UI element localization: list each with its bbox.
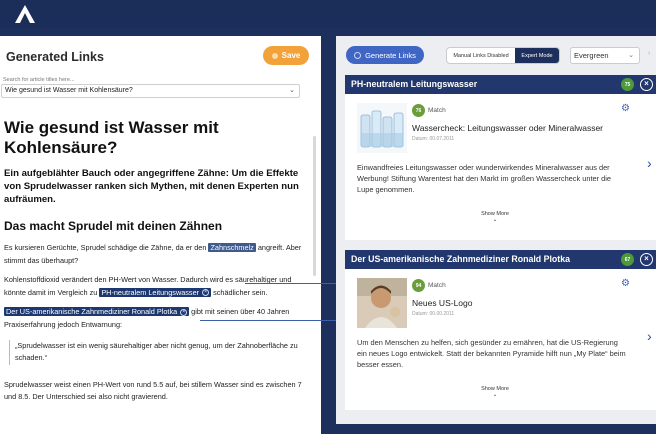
link-highlight-plotka[interactable]: Der US-amerikanische Zahnmediziner Ronal… <box>4 307 190 317</box>
chevron-right-icon[interactable]: › <box>647 155 652 171</box>
close-icon[interactable]: × <box>640 78 653 91</box>
mode-toggle[interactable]: Manual Links Disabled Expert Mode <box>446 47 560 64</box>
expert-mode-option[interactable]: Expert Mode <box>515 48 559 63</box>
highlight-label: Der US-amerikanische Zahnmediziner Ronal… <box>6 307 178 317</box>
article-thumbnail <box>357 103 407 153</box>
card-heading: Der US-amerikanische Zahnmediziner Ronal… <box>345 250 656 269</box>
article-thumbnail <box>357 278 407 328</box>
text-segment: schädlicher sein. <box>211 287 268 297</box>
link-highlight-zahnschmelz[interactable]: Zahnschmelz <box>208 243 256 252</box>
link-highlight-leitungswasser[interactable]: PH-neutralem Leitungswasser × <box>99 287 212 297</box>
card-heading-text: Der US-amerikanische Zahnmediziner Ronal… <box>351 254 571 264</box>
scrollbar[interactable] <box>313 136 316 276</box>
remove-link-icon[interactable]: × <box>180 308 188 316</box>
generate-links-label: Generate Links <box>365 50 416 60</box>
search-label: Search for article titles here... <box>3 77 75 83</box>
article-title: Wie gesund ist Wasser mit Kohlensäure? <box>4 118 219 157</box>
suggestion-card: PH-neutralem Leitungswasser 75 × 76 Matc… <box>345 75 656 240</box>
save-button-label: Save <box>281 51 301 60</box>
match-label: Match <box>428 107 446 114</box>
panel-title: Generated Links <box>6 50 104 64</box>
card-article-title[interactable]: Neues US-Logo <box>412 298 472 308</box>
article-search-value: Wie gesund ist Wasser mit Kohlensäure? <box>5 87 133 94</box>
evergreen-value: Evergreen <box>574 51 609 60</box>
refresh-icon <box>354 51 362 59</box>
article-body: Wie gesund ist Wasser mit Kohlensäure? E… <box>4 118 304 404</box>
connector-line <box>245 283 341 284</box>
card-article-title[interactable]: Wassercheck: Leitungswasser oder Mineral… <box>412 123 603 133</box>
show-more-button[interactable]: Show More ⌄ <box>475 386 515 398</box>
highlight-label: PH-neutralem Leitungswasser <box>101 287 200 297</box>
chevron-down-icon: ⌄ <box>492 217 498 223</box>
text-segment: Es kursieren Gerüchte, Sprudel schädige … <box>4 243 209 252</box>
save-icon <box>271 52 278 59</box>
article-paragraph-3: Der US-amerikanische Zahnmediziner Ronal… <box>4 306 304 331</box>
app-logo-icon[interactable] <box>13 4 37 24</box>
generate-links-button[interactable]: Generate Links <box>346 46 424 64</box>
connector-line <box>200 320 341 321</box>
show-more-button[interactable]: Show More ⌄ <box>475 211 515 223</box>
match-label: Match <box>428 282 446 289</box>
save-button[interactable]: Save <box>263 46 309 65</box>
article-paragraph-1: Es kursieren Gerüchte, Sprudel schädige … <box>4 242 304 267</box>
card-article-date: Datum: 00.00.2011 <box>412 311 455 317</box>
close-icon[interactable]: × <box>640 253 653 266</box>
generated-links-panel: Generated Links Save Search for article … <box>0 36 321 434</box>
bottom-edge <box>336 424 656 434</box>
top-bar <box>0 0 656 28</box>
match-score-badge: 94 <box>412 279 425 292</box>
chevron-down-icon: ⌄ <box>492 392 498 398</box>
match-score-badge: 76 <box>412 104 425 117</box>
chevron-down-icon[interactable]: ⌄ <box>289 86 295 94</box>
chevron-right-icon[interactable]: › <box>647 328 652 344</box>
card-heading-text: PH-neutralem Leitungswasser <box>351 79 478 89</box>
gear-icon[interactable]: ⚙ <box>621 278 630 289</box>
card-description: Um den Menschen zu helfen, sich gesünder… <box>357 338 626 369</box>
score-badge: 75 <box>621 78 634 91</box>
manual-links-option[interactable]: Manual Links Disabled <box>447 48 515 63</box>
gear-icon[interactable]: ⚙ <box>621 103 630 114</box>
chevron-down-icon: ⌄ <box>628 52 634 59</box>
chevron-up-icon[interactable]: › <box>648 50 654 58</box>
remove-link-icon[interactable]: × <box>202 289 210 297</box>
article-search-input[interactable]: Wie gesund ist Wasser mit Kohlensäure? ⌄ <box>1 84 300 98</box>
card-heading: PH-neutralem Leitungswasser 75 × <box>345 75 656 94</box>
article-subheading: Das macht Sprudel mit deinen Zähnen <box>4 219 223 233</box>
card-article-date: Datum: 00.07.2011 <box>412 136 455 142</box>
suggestion-card: Der US-amerikanische Zahnmediziner Ronal… <box>345 250 656 410</box>
article-paragraph-2: Kohlenstoffdioxid verändert den PH-Wert … <box>4 274 304 299</box>
card-description: Einwandfreies Leitungswasser oder wunder… <box>357 163 611 194</box>
score-badge: 67 <box>621 253 634 266</box>
evergreen-select[interactable]: Evergreen ⌄ <box>570 47 640 64</box>
article-lead: Ein aufgeblähter Bauch oder angegriffene… <box>4 168 299 205</box>
article-quote: „Sprudelwasser ist ein wenig säurehaltig… <box>9 339 304 365</box>
article-paragraph-4: Sprudelwasser weist einen PH-Wert von ru… <box>4 379 302 402</box>
